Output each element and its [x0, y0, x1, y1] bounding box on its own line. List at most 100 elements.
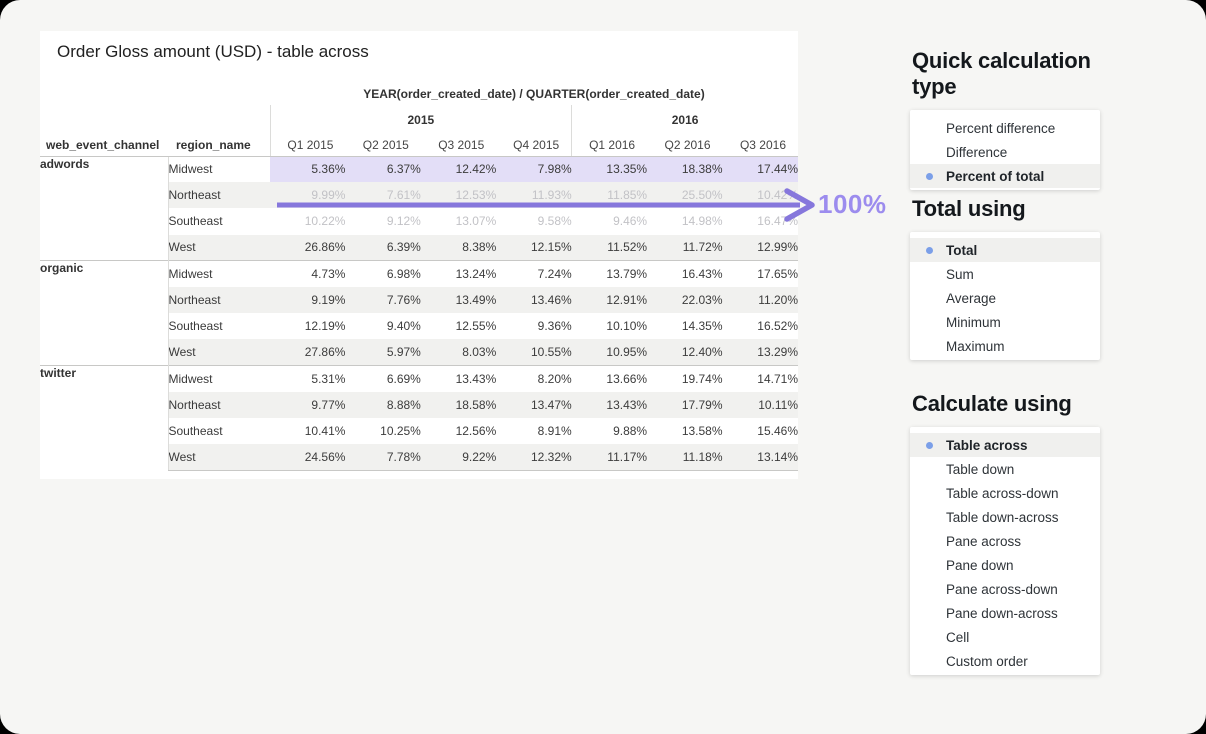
- value-cell[interactable]: 12.40%: [647, 339, 722, 365]
- value-cell[interactable]: 13.14%: [723, 444, 798, 470]
- option-table-down[interactable]: Table down: [910, 457, 1100, 481]
- value-cell[interactable]: 9.99%: [270, 182, 345, 208]
- region-cell-southeast[interactable]: Southeast: [168, 418, 270, 444]
- value-cell[interactable]: 10.95%: [572, 339, 647, 365]
- value-cell[interactable]: 9.19%: [270, 287, 345, 313]
- channel-cell-twitter[interactable]: twitter: [40, 366, 168, 471]
- value-cell[interactable]: 13.43%: [572, 392, 647, 418]
- value-cell[interactable]: 13.24%: [421, 261, 496, 287]
- value-cell[interactable]: 12.53%: [421, 182, 496, 208]
- value-cell[interactable]: 7.78%: [345, 444, 420, 470]
- region-cell-west[interactable]: West: [168, 235, 270, 261]
- value-cell[interactable]: 6.69%: [345, 366, 420, 392]
- column-header-q4-2015[interactable]: Q4 2015: [496, 134, 571, 156]
- value-cell[interactable]: 10.42%: [723, 182, 798, 208]
- value-cell[interactable]: 17.65%: [723, 261, 798, 287]
- value-cell[interactable]: 9.46%: [572, 208, 647, 234]
- value-cell[interactable]: 22.03%: [647, 287, 722, 313]
- value-cell[interactable]: 10.11%: [723, 392, 798, 418]
- column-header-q3-2016[interactable]: Q3 2016: [723, 134, 798, 156]
- option-minimum[interactable]: Minimum: [910, 310, 1100, 334]
- option-percent-of-total[interactable]: Percent of total: [910, 164, 1100, 188]
- value-cell[interactable]: 18.58%: [421, 392, 496, 418]
- value-cell[interactable]: 14.98%: [647, 208, 722, 234]
- value-cell[interactable]: 14.35%: [647, 313, 722, 339]
- value-cell[interactable]: 8.88%: [345, 392, 420, 418]
- channel-cell-adwords[interactable]: adwords: [40, 156, 168, 261]
- value-cell[interactable]: 9.12%: [345, 208, 420, 234]
- value-cell[interactable]: 27.86%: [270, 339, 345, 365]
- value-cell[interactable]: 6.37%: [345, 156, 420, 182]
- column-header-region-name[interactable]: region_name: [168, 134, 270, 156]
- value-cell[interactable]: 7.98%: [496, 156, 571, 182]
- value-cell[interactable]: 26.86%: [270, 235, 345, 261]
- value-cell[interactable]: 13.43%: [421, 366, 496, 392]
- value-cell[interactable]: 15.46%: [723, 418, 798, 444]
- value-cell[interactable]: 13.35%: [572, 156, 647, 182]
- value-cell[interactable]: 12.19%: [270, 313, 345, 339]
- region-cell-southeast[interactable]: Southeast: [168, 313, 270, 339]
- region-cell-west[interactable]: West: [168, 444, 270, 470]
- value-cell[interactable]: 5.36%: [270, 156, 345, 182]
- value-cell[interactable]: 18.38%: [647, 156, 722, 182]
- value-cell[interactable]: 12.56%: [421, 418, 496, 444]
- option-pane-down[interactable]: Pane down: [910, 553, 1100, 577]
- value-cell[interactable]: 8.38%: [421, 235, 496, 261]
- value-cell[interactable]: 13.66%: [572, 366, 647, 392]
- option-pane-across[interactable]: Pane across: [910, 529, 1100, 553]
- value-cell[interactable]: 13.47%: [496, 392, 571, 418]
- column-header-q2-2016[interactable]: Q2 2016: [647, 134, 722, 156]
- value-cell[interactable]: 13.49%: [421, 287, 496, 313]
- region-cell-northeast[interactable]: Northeast: [168, 392, 270, 418]
- region-cell-northeast[interactable]: Northeast: [168, 182, 270, 208]
- value-cell[interactable]: 11.85%: [572, 182, 647, 208]
- value-cell[interactable]: 9.77%: [270, 392, 345, 418]
- option-table-down-across[interactable]: Table down-across: [910, 505, 1100, 529]
- option-maximum[interactable]: Maximum: [910, 334, 1100, 358]
- value-cell[interactable]: 6.39%: [345, 235, 420, 261]
- value-cell[interactable]: 13.29%: [723, 339, 798, 365]
- value-cell[interactable]: 17.79%: [647, 392, 722, 418]
- value-cell[interactable]: 8.91%: [496, 418, 571, 444]
- value-cell[interactable]: 9.40%: [345, 313, 420, 339]
- region-cell-northeast[interactable]: Northeast: [168, 287, 270, 313]
- region-cell-southeast[interactable]: Southeast: [168, 208, 270, 234]
- value-cell[interactable]: 16.43%: [647, 261, 722, 287]
- value-cell[interactable]: 14.71%: [723, 366, 798, 392]
- value-cell[interactable]: 12.42%: [421, 156, 496, 182]
- value-cell[interactable]: 13.07%: [421, 208, 496, 234]
- value-cell[interactable]: 17.44%: [723, 156, 798, 182]
- region-cell-midwest[interactable]: Midwest: [168, 156, 270, 182]
- region-cell-west[interactable]: West: [168, 339, 270, 365]
- value-cell[interactable]: 7.61%: [345, 182, 420, 208]
- option-table-across-down[interactable]: Table across-down: [910, 481, 1100, 505]
- value-cell[interactable]: 12.15%: [496, 235, 571, 261]
- value-cell[interactable]: 10.10%: [572, 313, 647, 339]
- value-cell[interactable]: 4.73%: [270, 261, 345, 287]
- value-cell[interactable]: 11.52%: [572, 235, 647, 261]
- value-cell[interactable]: 6.98%: [345, 261, 420, 287]
- region-cell-midwest[interactable]: Midwest: [168, 366, 270, 392]
- value-cell[interactable]: 9.58%: [496, 208, 571, 234]
- value-cell[interactable]: 16.47%: [723, 208, 798, 234]
- column-header-web-event-channel[interactable]: web_event_channel: [40, 134, 168, 156]
- option-average[interactable]: Average: [910, 286, 1100, 310]
- column-header-q1-2016[interactable]: Q1 2016: [572, 134, 647, 156]
- value-cell[interactable]: 11.18%: [647, 444, 722, 470]
- value-cell[interactable]: 9.88%: [572, 418, 647, 444]
- value-cell[interactable]: 25.50%: [647, 182, 722, 208]
- value-cell[interactable]: 9.36%: [496, 313, 571, 339]
- value-cell[interactable]: 12.99%: [723, 235, 798, 261]
- value-cell[interactable]: 13.58%: [647, 418, 722, 444]
- option-table-across[interactable]: Table across: [910, 433, 1100, 457]
- value-cell[interactable]: 11.20%: [723, 287, 798, 313]
- column-header-q3-2015[interactable]: Q3 2015: [421, 134, 496, 156]
- value-cell[interactable]: 9.22%: [421, 444, 496, 470]
- value-cell[interactable]: 11.17%: [572, 444, 647, 470]
- value-cell[interactable]: 7.24%: [496, 261, 571, 287]
- value-cell[interactable]: 11.93%: [496, 182, 571, 208]
- option-percent-difference[interactable]: Percent difference: [910, 116, 1100, 140]
- column-header-q1-2015[interactable]: Q1 2015: [270, 134, 345, 156]
- value-cell[interactable]: 13.46%: [496, 287, 571, 313]
- value-cell[interactable]: 10.22%: [270, 208, 345, 234]
